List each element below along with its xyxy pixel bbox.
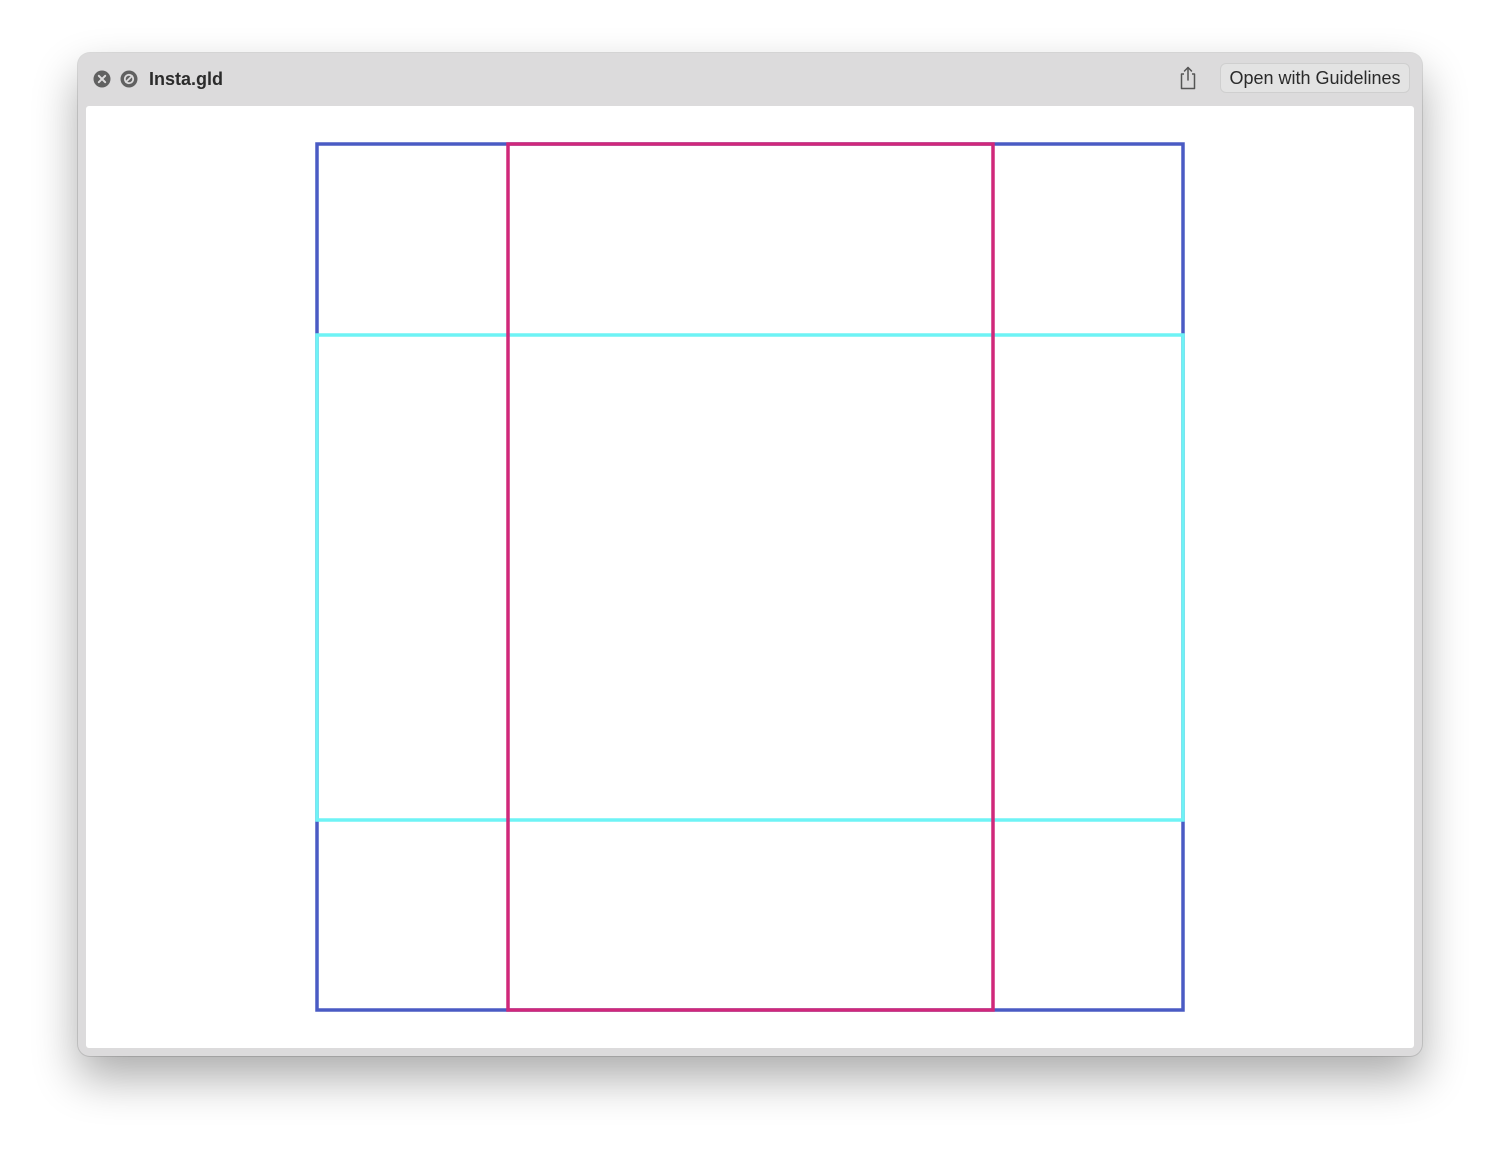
horizontal-guide-rect [315,333,1185,822]
open-with-guidelines-button[interactable]: Open with Guidelines [1220,63,1410,93]
no-entry-icon[interactable] [120,70,138,88]
outer-guide-rect [315,142,1185,1012]
quicklook-window: Insta.gld Open with Guidelines [78,53,1422,1056]
window-title: Insta.gld [149,69,224,89]
close-icon[interactable] [93,70,111,88]
share-icon[interactable] [1177,65,1199,91]
title-bar: Insta.gld Open with Guidelines [78,53,1422,105]
preview-canvas [86,106,1414,1048]
vertical-guide-rect [506,142,995,1012]
